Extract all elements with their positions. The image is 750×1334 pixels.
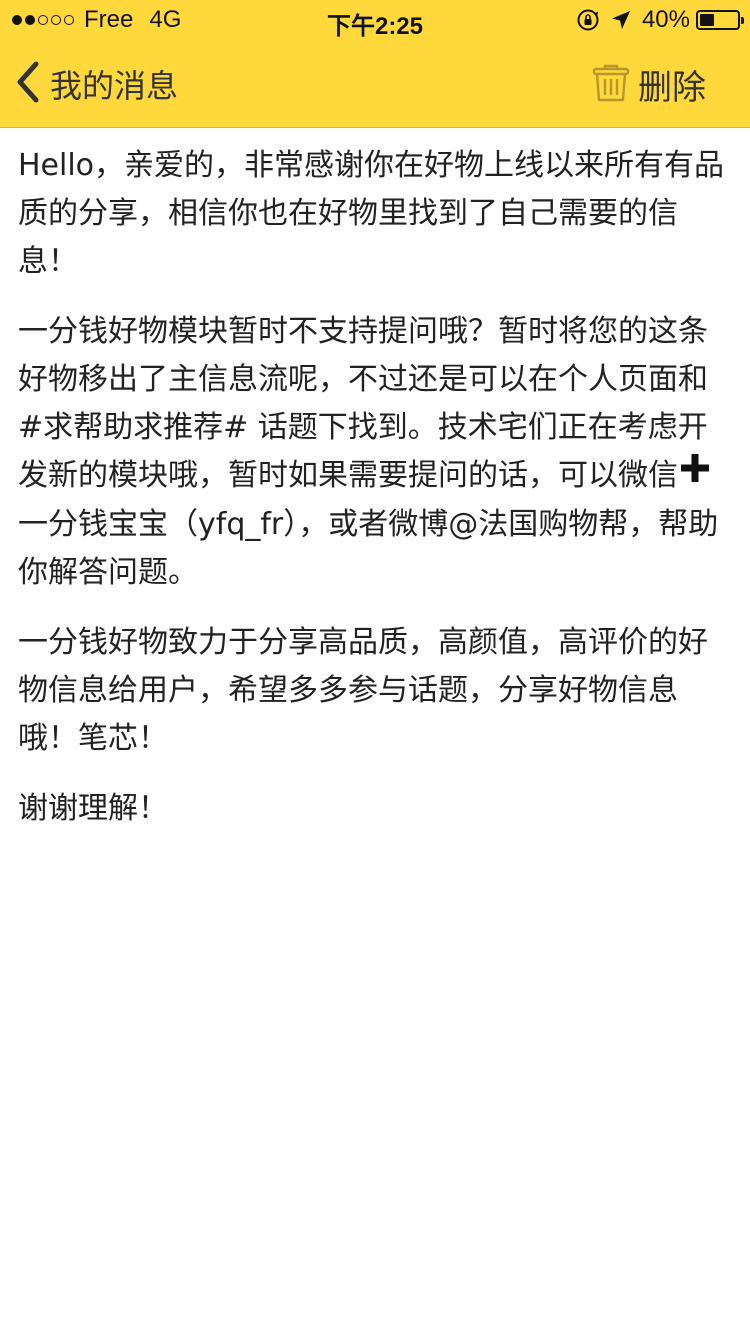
message-body: Hello，亲爱的，非常感谢你在好物上线以来所有有品质的分享，相信你也在好物里找…	[18, 142, 730, 855]
battery-icon	[696, 10, 744, 30]
message-paragraph-2-text-before: 一分钱好物模块暂时不支持提问哦？暂时将您的这条好物移出了主信息流呢，不过还是可以…	[18, 314, 708, 493]
delete-button-label: 删除	[638, 68, 706, 108]
status-bar: Free 4G 下午2:25 40%	[0, 0, 750, 40]
rotation-lock-icon	[576, 8, 600, 32]
plus-icon	[680, 450, 710, 498]
trash-icon	[592, 63, 630, 107]
message-paragraph-4: 谢谢理解！	[18, 790, 168, 826]
message-paragraph-3: 一分钱好物致力于分享高品质，高颜值，高评价的好物信息给用户，希望多多参与话题，分…	[18, 624, 708, 756]
chevron-left-icon	[14, 60, 42, 108]
message-paragraph-1: Hello，亲爱的，非常感谢你在好物上线以来所有有品质的分享，相信你也在好物里找…	[18, 148, 725, 279]
battery-percent: 40%	[641, 6, 690, 33]
message-paragraph-2: 一分钱好物模块暂时不支持提问哦？暂时将您的这条好物移出了主信息流呢，不过还是可以…	[18, 308, 730, 597]
message-paragraph-2-text-after: 一分钱宝宝（yfq_fr），或者微博@法国购物帮，帮助你解答问题。	[18, 506, 719, 590]
status-bar-right: 40%	[576, 6, 744, 34]
location-arrow-icon	[610, 9, 632, 31]
back-button-label: 我的消息	[50, 67, 179, 105]
navigation-bar: 我的消息 删除	[0, 40, 750, 128]
battery-level	[700, 14, 715, 26]
back-button[interactable]: 我的消息	[14, 60, 178, 108]
delete-button[interactable]: 删除	[592, 60, 706, 109]
